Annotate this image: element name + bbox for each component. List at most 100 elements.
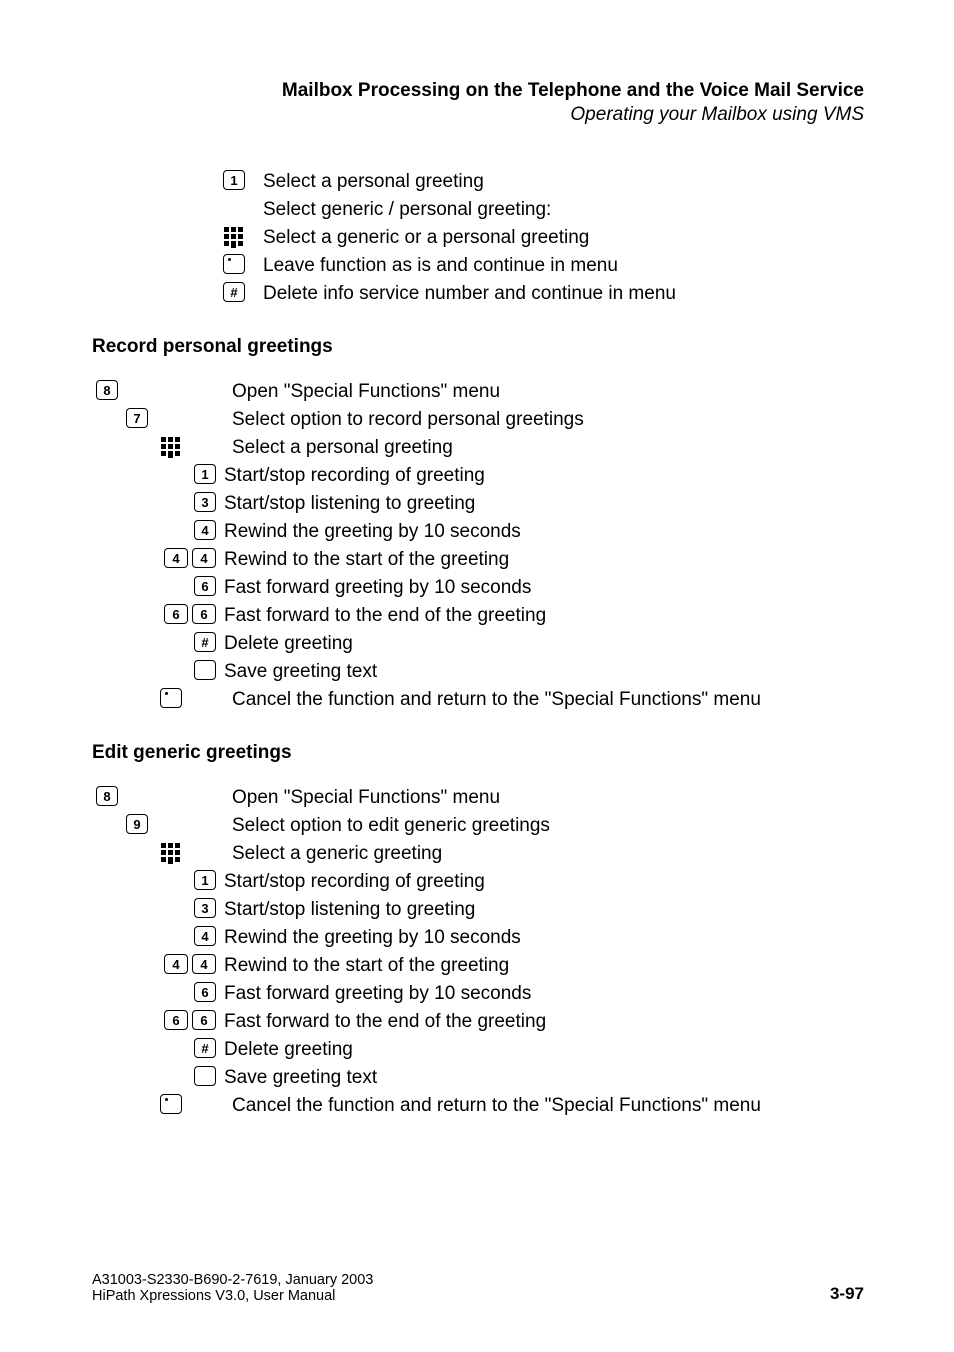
instruction-text: Fast forward greeting by 10 seconds [216, 574, 531, 602]
instruction-text: Delete info service number and continue … [245, 280, 676, 308]
instruction-row: 3Start/stop listening to greeting [92, 896, 864, 924]
key-column: 44 [160, 952, 216, 974]
page: Mailbox Processing on the Telephone and … [0, 0, 954, 1352]
key-#: # [194, 1038, 216, 1058]
instruction-text: Start/stop recording of greeting [216, 462, 485, 490]
key-6: 6 [192, 604, 216, 624]
instruction-row: 7Select option to record personal greeti… [92, 406, 864, 434]
instruction-row: Select a personal greeting [92, 434, 864, 462]
key-column: # [219, 280, 245, 302]
instruction-text: Start/stop recording of greeting [216, 868, 485, 896]
key-8: 8 [96, 380, 118, 400]
key-4: 4 [192, 548, 216, 568]
instruction-text: Rewind to the start of the greeting [216, 952, 509, 980]
instruction-text: Start/stop listening to greeting [216, 896, 475, 924]
instruction-row: 9Select option to edit generic greetings [92, 812, 864, 840]
instruction-row: 6Fast forward greeting by 10 seconds [92, 980, 864, 1008]
instruction-row: Save greeting text [92, 658, 864, 686]
key-column: 1 [190, 462, 216, 484]
key-column: # [190, 1036, 216, 1058]
instruction-text: Select a generic greeting [182, 840, 442, 868]
instruction-text: Start/stop listening to greeting [216, 490, 475, 518]
key-6: 6 [192, 1010, 216, 1030]
key-column [156, 686, 182, 708]
instruction-row: #Delete greeting [92, 630, 864, 658]
footer-left: A31003-S2330-B690-2-7619, January 2003 H… [92, 1272, 373, 1304]
instruction-row: 44Rewind to the start of the greeting [92, 952, 864, 980]
keypad-icon [160, 436, 182, 458]
instruction-text: Save greeting text [216, 658, 377, 686]
key-column: 3 [190, 490, 216, 512]
instruction-row: Save greeting text [92, 1064, 864, 1092]
key-1: 1 [223, 170, 245, 190]
instruction-text: Fast forward greeting by 10 seconds [216, 980, 531, 1008]
key-column [156, 840, 182, 864]
page-number: 3-97 [830, 1284, 864, 1304]
key-6: 6 [164, 1010, 188, 1030]
key-column [219, 224, 245, 248]
instruction-row: #Delete info service number and continue… [92, 280, 864, 308]
instruction-text: Fast forward to the end of the greeting [216, 602, 546, 630]
key-9: 9 [126, 814, 148, 834]
key-column: 4 [190, 518, 216, 540]
footer-doc-id: A31003-S2330-B690-2-7619, January 2003 [92, 1272, 373, 1288]
key-column: 1 [219, 168, 245, 190]
key-#: # [223, 282, 245, 302]
instruction-text: Select a generic or a personal greeting [245, 224, 589, 252]
instruction-text: Select option to edit generic greetings [148, 812, 550, 840]
instruction-row: Cancel the function and return to the "S… [92, 686, 864, 714]
key-#: # [194, 632, 216, 652]
key-column: 8 [92, 784, 118, 806]
instruction-text: Rewind to the start of the greeting [216, 546, 509, 574]
sections: Record personal greetings8Open "Special … [92, 336, 864, 1120]
instruction-row: 1Select a personal greeting [92, 168, 864, 196]
footer: A31003-S2330-B690-2-7619, January 2003 H… [92, 1272, 864, 1304]
footer-manual-name: HiPath Xpressions V3.0, User Manual [92, 1288, 373, 1304]
key-6: 6 [194, 982, 216, 1002]
key-column: 3 [190, 896, 216, 918]
key-6: 6 [194, 576, 216, 596]
instruction-row: 4Rewind the greeting by 10 seconds [92, 518, 864, 546]
key-4: 4 [194, 926, 216, 946]
instruction-row: 66Fast forward to the end of the greetin… [92, 1008, 864, 1036]
key-column [190, 1064, 216, 1086]
instruction-text: Open "Special Functions" menu [118, 784, 500, 812]
key-column: 1 [190, 868, 216, 890]
instruction-text: Select a personal greeting [245, 168, 484, 196]
key-column: 6 [190, 980, 216, 1002]
key-column [219, 196, 245, 198]
key-column [156, 434, 182, 458]
instruction-text: Open "Special Functions" menu [118, 378, 500, 406]
key-4: 4 [164, 954, 188, 974]
instruction-row: 4Rewind the greeting by 10 seconds [92, 924, 864, 952]
instruction-row: Select generic / personal greeting: [92, 196, 864, 224]
instruction-text: Rewind the greeting by 10 seconds [216, 924, 521, 952]
instruction-row: 6Fast forward greeting by 10 seconds [92, 574, 864, 602]
star-key-icon [160, 1094, 182, 1114]
instruction-text: Delete greeting [216, 1036, 353, 1064]
instruction-text: Select option to record personal greetin… [148, 406, 584, 434]
key-column: 66 [160, 602, 216, 624]
key-4: 4 [164, 548, 188, 568]
key-6: 6 [164, 604, 188, 624]
key-column: 8 [92, 378, 118, 400]
star-key-icon [223, 254, 245, 274]
key-column: 4 [190, 924, 216, 946]
key-4: 4 [194, 520, 216, 540]
instruction-row: Leave function as is and continue in men… [92, 252, 864, 280]
instruction-text: Cancel the function and return to the "S… [182, 1092, 761, 1120]
header-subtitle: Operating your Mailbox using VMS [92, 104, 864, 126]
key-column: # [190, 630, 216, 652]
key-1: 1 [194, 464, 216, 484]
section-heading: Record personal greetings [92, 336, 864, 358]
key-3: 3 [194, 898, 216, 918]
key-1: 1 [194, 870, 216, 890]
key-8: 8 [96, 786, 118, 806]
instruction-text: Save greeting text [216, 1064, 377, 1092]
instruction-row: #Delete greeting [92, 1036, 864, 1064]
blank-key-icon [194, 660, 216, 680]
instruction-row: 1Start/stop recording of greeting [92, 462, 864, 490]
instruction-text: Rewind the greeting by 10 seconds [216, 518, 521, 546]
keypad-icon [160, 842, 182, 864]
key-4: 4 [192, 954, 216, 974]
